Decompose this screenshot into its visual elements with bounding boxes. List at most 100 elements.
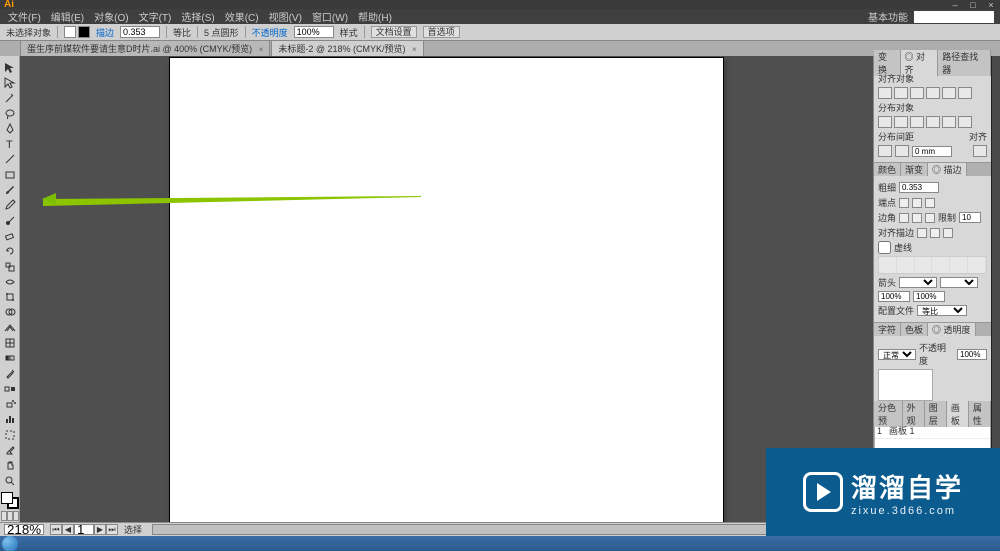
align-stroke-outside[interactable] (943, 228, 953, 238)
pencil-tool[interactable] (1, 198, 19, 213)
align-stroke-inside[interactable] (930, 228, 940, 238)
align-vcenter[interactable] (942, 87, 956, 99)
opacity-label[interactable]: 不透明度 (252, 26, 288, 39)
window-maximize[interactable]: □ (964, 0, 982, 9)
arrow-start[interactable] (899, 277, 937, 288)
pathfinder-tab[interactable]: 路径查找器 (938, 50, 991, 76)
last-artboard[interactable]: ⏭ (106, 524, 118, 535)
eyedropper-tool[interactable] (1, 366, 19, 381)
dist-right[interactable] (958, 116, 972, 128)
rectangle-tool[interactable] (1, 167, 19, 182)
dist-hcenter[interactable] (942, 116, 956, 128)
dist-top[interactable] (878, 116, 892, 128)
arrow-start-scale[interactable] (878, 291, 910, 302)
fill-color-icon[interactable] (1, 492, 13, 504)
align-stroke-center[interactable] (917, 228, 927, 238)
align-right[interactable] (910, 87, 924, 99)
scale-tool[interactable] (1, 259, 19, 274)
workspace-label[interactable]: 基本功能 (868, 9, 908, 24)
dist-bottom[interactable] (910, 116, 924, 128)
perspective-grid-tool[interactable] (1, 320, 19, 335)
column-graph-tool[interactable] (1, 412, 19, 427)
width-tool[interactable] (1, 274, 19, 289)
line-tool[interactable] (1, 152, 19, 167)
pen-tool[interactable] (1, 121, 19, 136)
artboard[interactable] (170, 58, 723, 526)
opacity-input[interactable] (294, 26, 334, 38)
scale-uniform[interactable]: 等比 (173, 26, 191, 39)
tab-close-icon[interactable]: × (259, 45, 264, 54)
style-label[interactable]: 样式 (340, 26, 358, 39)
align-left[interactable] (878, 87, 892, 99)
menu-view[interactable]: 视图(V) (267, 9, 304, 24)
mesh-tool[interactable] (1, 335, 19, 350)
first-artboard[interactable]: ⏮ (50, 524, 62, 535)
arrow-end-scale[interactable] (913, 291, 945, 302)
gradient-tool[interactable] (1, 351, 19, 366)
tab-close-icon[interactable]: × (412, 45, 417, 54)
window-minimize[interactable]: – (946, 0, 964, 9)
dash-gaps[interactable] (878, 256, 987, 274)
paintbrush-tool[interactable] (1, 182, 19, 197)
eraser-tool[interactable] (1, 228, 19, 243)
menu-effect[interactable]: 效果(C) (223, 9, 261, 24)
magic-wand-tool[interactable] (1, 91, 19, 106)
align-top[interactable] (926, 87, 940, 99)
arrow-end[interactable] (940, 277, 978, 288)
os-taskbar[interactable] (0, 536, 1000, 551)
brush-preset[interactable]: 5 点圆形 (204, 26, 239, 39)
cap-projecting[interactable] (925, 198, 935, 208)
stroke-tab[interactable]: ◎ 描边 (928, 163, 967, 176)
dist-vcenter[interactable] (894, 116, 908, 128)
fill-stroke-swatches[interactable] (64, 26, 90, 38)
dist-vspacing[interactable] (878, 145, 892, 157)
help-search[interactable] (914, 11, 994, 23)
shape-builder-tool[interactable] (1, 305, 19, 320)
artboard-tool[interactable] (1, 427, 19, 442)
character-tab[interactable]: 字符 (874, 323, 901, 336)
document-tab-2[interactable]: 未标题-2 @ 218% (CMYK/预览) × (271, 40, 423, 56)
stroke-weight-field[interactable] (899, 182, 939, 193)
preferences-button[interactable]: 首选项 (423, 26, 460, 38)
type-tool[interactable]: T (1, 136, 19, 151)
swatches-tab[interactable]: 色板 (901, 323, 928, 336)
menu-edit[interactable]: 编辑(E) (49, 9, 86, 24)
blob-brush-tool[interactable] (1, 213, 19, 228)
document-setup-button[interactable]: 文档设置 (371, 26, 417, 38)
menu-object[interactable]: 对象(O) (92, 9, 130, 24)
menu-file[interactable]: 文件(F) (6, 9, 43, 24)
attributes-tab[interactable]: 属性 (969, 401, 991, 427)
opacity-field[interactable] (957, 349, 987, 360)
symbol-sprayer-tool[interactable] (1, 397, 19, 412)
miter-limit-input[interactable] (959, 212, 981, 223)
mask-thumbnail[interactable] (878, 369, 933, 401)
window-close[interactable]: × (982, 0, 1000, 9)
align-to-selection[interactable] (973, 145, 987, 157)
next-artboard[interactable]: ▶ (94, 524, 106, 535)
draw-inside[interactable] (13, 511, 19, 521)
cap-butt[interactable] (899, 198, 909, 208)
prev-artboard[interactable]: ◀ (62, 524, 74, 535)
selection-tool[interactable] (1, 60, 19, 75)
align-hcenter[interactable] (894, 87, 908, 99)
dashed-checkbox[interactable] (878, 241, 891, 254)
direct-selection-tool[interactable] (1, 75, 19, 90)
menu-window[interactable]: 窗口(W) (310, 9, 350, 24)
cap-round[interactable] (912, 198, 922, 208)
gradient-tab[interactable]: 渐变 (901, 163, 928, 176)
hand-tool[interactable] (1, 458, 19, 473)
artboards-tab[interactable]: 画板 (947, 401, 969, 427)
menu-select[interactable]: 选择(S) (179, 9, 216, 24)
appearance-tab[interactable]: 外观 (903, 401, 925, 427)
profile-select[interactable]: 等比 (917, 305, 967, 316)
zoom-tool[interactable] (1, 473, 19, 488)
corner-round[interactable] (912, 213, 922, 223)
separations-tab[interactable]: 分色预 (874, 401, 903, 427)
dist-hspacing[interactable] (895, 145, 909, 157)
corner-miter[interactable] (899, 213, 909, 223)
dist-left[interactable] (926, 116, 940, 128)
slice-tool[interactable] (1, 442, 19, 457)
stroke-label[interactable]: 描边 (96, 26, 114, 39)
zoom-field[interactable] (4, 524, 44, 535)
fill-swatch[interactable] (64, 26, 76, 38)
